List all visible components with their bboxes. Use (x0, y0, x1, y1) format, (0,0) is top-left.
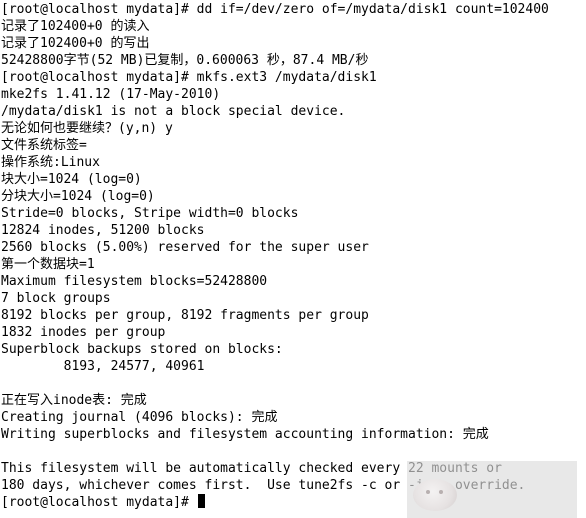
terminal-line: 52428800字节(52 MB)已复制，0.600063 秒，87.4 MB/… (1, 53, 369, 68)
terminal-line: Superblock backups stored on blocks: (1, 342, 283, 357)
terminal-line: [root@localhost mydata]# dd if=/dev/zero… (1, 2, 549, 17)
terminal-window[interactable]: [root@localhost mydata]# dd if=/dev/zero… (0, 0, 586, 518)
terminal-line: 1832 inodes per group (1, 325, 166, 340)
terminal-line: 记录了102400+0 的读入 (1, 19, 150, 34)
terminal-line: 文件系统标签= (1, 138, 87, 153)
terminal-line: 8192 blocks per group, 8192 fragments pe… (1, 308, 369, 323)
terminal-line: 12824 inodes, 51200 blocks (1, 223, 205, 238)
watermark-overlay (407, 461, 577, 518)
terminal-output: [root@localhost mydata]# dd if=/dev/zero… (1, 1, 586, 494)
terminal-line: 第一个数据块=1 (1, 257, 95, 272)
terminal-line: 正在写入inode表: 完成 (1, 393, 147, 408)
terminal-line: 分块大小=1024 (log=0) (1, 189, 155, 204)
terminal-line: [root@localhost mydata]# mkfs.ext3 /myda… (1, 70, 377, 85)
terminal-line: 7 block groups (1, 291, 111, 306)
terminal-line: 8193, 24577, 40961 (1, 359, 205, 374)
terminal-line: 操作系统:Linux (1, 155, 100, 170)
shell-prompt: [root@localhost mydata]# (1, 495, 197, 510)
terminal-line: 块大小=1024 (log=0) (1, 172, 142, 187)
terminal-line: /mydata/disk1 is not a block special dev… (1, 104, 346, 119)
terminal-line: Writing superblocks and filesystem accou… (1, 427, 489, 442)
terminal-line: Maximum filesystem blocks=52428800 (1, 274, 268, 289)
terminal-line: 记录了102400+0 的写出 (1, 36, 150, 51)
terminal-line: Stride=0 blocks, Stripe width=0 blocks (1, 206, 299, 221)
terminal-line: mke2fs 1.41.12 (17-May-2010) (1, 87, 221, 102)
watermark-mascot-icon (413, 479, 457, 511)
terminal-line: 无论如何也要继续？(y,n) y (1, 121, 173, 136)
text-cursor (197, 494, 205, 508)
terminal-line: 2560 blocks (5.00%) reserved for the sup… (1, 240, 369, 255)
terminal-line: Creating journal (4096 blocks): 完成 (1, 410, 278, 425)
